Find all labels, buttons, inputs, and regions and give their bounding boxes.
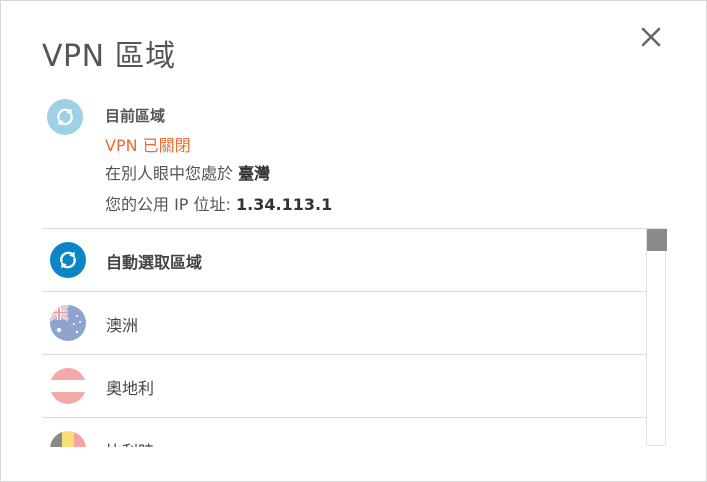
public-ip: 您的公用 IP 位址: 1.34.113.1 — [105, 191, 332, 215]
belgium-flag-icon — [50, 431, 86, 447]
vpn-region-dialog: VPN 區域 目前區域 VPN 已關閉 在別人眼中您處於 臺灣 您的公用 IP … — [0, 0, 707, 482]
region-label: 澳洲 — [106, 316, 139, 335]
close-icon[interactable] — [637, 23, 665, 51]
region-list-scrollbar[interactable] — [646, 228, 667, 446]
region-item-belgium[interactable]: 比利時 — [42, 417, 646, 447]
perceived-location-value: 臺灣 — [238, 164, 271, 183]
auto-select-icon — [50, 242, 86, 278]
region-label: 自動選取區域 — [106, 253, 203, 272]
perceived-location: 在別人眼中您處於 臺灣 — [105, 160, 270, 184]
region-list: 自動選取區域 澳洲 奧地利 — [42, 228, 668, 447]
austria-flag-icon — [50, 368, 86, 404]
perceived-location-prefix: 在別人眼中您處於 — [105, 164, 234, 183]
australia-flag-icon — [50, 305, 86, 341]
scrollbar-thumb[interactable] — [647, 229, 667, 251]
public-ip-prefix: 您的公用 IP 位址: — [105, 195, 231, 214]
region-label: 比利時 — [106, 438, 154, 447]
public-ip-value: 1.34.113.1 — [236, 195, 333, 214]
region-item-austria[interactable]: 奧地利 — [42, 354, 646, 417]
refresh-icon — [47, 99, 83, 135]
dialog-title: VPN 區域 — [42, 39, 176, 74]
region-item-australia[interactable]: 澳洲 — [42, 291, 646, 354]
vpn-status: VPN 已關閉 — [105, 136, 191, 155]
region-item-auto[interactable]: 自動選取區域 — [42, 228, 646, 291]
region-label: 奧地利 — [106, 379, 155, 398]
current-region-label: 目前區域 — [105, 107, 166, 125]
